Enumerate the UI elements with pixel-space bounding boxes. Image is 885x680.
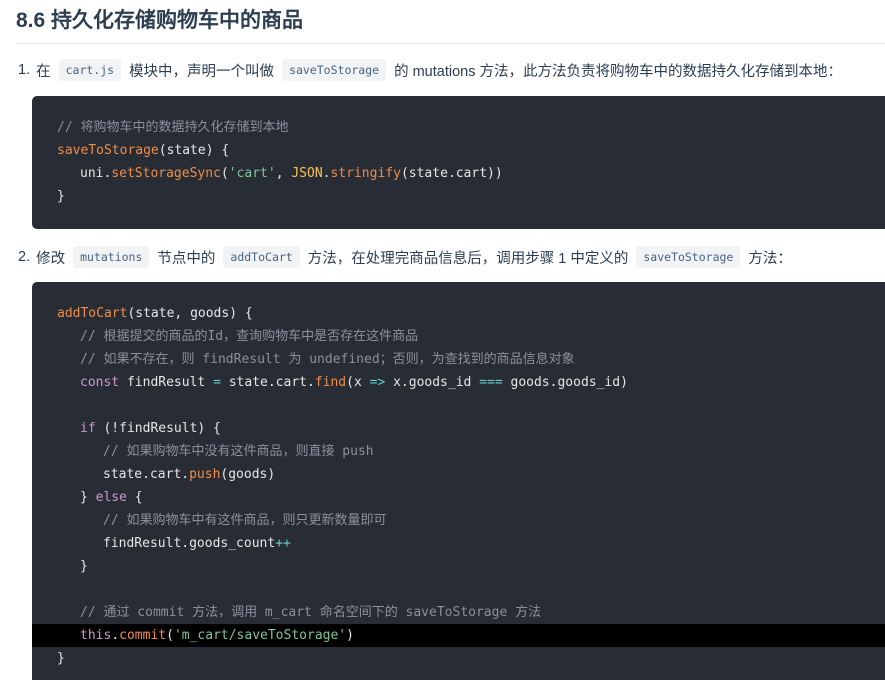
step-text: 修改 <box>36 250 66 267</box>
code-line: saveToStorage(state) { <box>57 143 230 158</box>
inline-code-savetostorage: saveToStorage <box>282 59 387 81</box>
code-line: } <box>57 651 65 666</box>
code-line: uni.setStorageSync('cart', JSON.stringif… <box>80 166 503 181</box>
step-text: 方法： <box>748 250 792 267</box>
code-line: // 根据提交的商品的Id，查询购物车中是否存在这件商品 <box>80 329 419 344</box>
step-2-text: 2. 修改 mutations 节点中的 addToCart 方法，在处理完商品… <box>18 246 796 268</box>
code-block-save-to-storage[interactable]: // 将购物车中的数据持久化存储到本地 saveToStorage(state)… <box>32 96 885 229</box>
code-line-highlighted: this.commit('m_cart/saveToStorage') <box>32 624 885 647</box>
step-number: 1. <box>18 62 31 78</box>
inline-code-cart-js: cart.js <box>58 59 122 81</box>
code-line: // 将购物车中的数据持久化存储到本地 <box>57 120 289 135</box>
section-title: 8.6 持久化存储购物车中的商品 <box>16 8 885 44</box>
code-block-add-to-cart[interactable]: addToCart(state, goods) { // 根据提交的商品的Id，… <box>32 282 885 680</box>
step-text: 的 mutations 方法，此方法负责将购物车中的数据持久化存储到本地： <box>394 63 842 80</box>
inline-code-mutations: mutations <box>73 246 150 268</box>
step-text: 在 <box>36 63 51 80</box>
code-line: } <box>80 559 88 574</box>
code-line: // 通过 commit 方法，调用 m_cart 命名空间下的 saveToS… <box>80 605 542 620</box>
code-line: if (!findResult) { <box>80 421 221 436</box>
step-text: 方法，在处理完商品信息后，调用步骤 1 中定义的 <box>307 250 629 267</box>
step-1-text: 1. 在 cart.js 模块中，声明一个叫做 saveToStorage 的 … <box>18 59 846 81</box>
step-text: 模块中，声明一个叫做 <box>129 63 275 80</box>
step-text: 节点中的 <box>157 250 216 267</box>
code-line: state.cart.push(goods) <box>103 467 276 482</box>
step-number: 2. <box>18 249 31 265</box>
inline-code-savetostorage: saveToStorage <box>636 246 741 268</box>
code-line: const findResult = state.cart.find(x => … <box>80 375 628 390</box>
code-line: // 如果不存在，则 findResult 为 undefined；否则，为查找… <box>80 352 575 367</box>
code-line: } <box>57 189 65 204</box>
code-line: // 如果购物车中没有这件商品，则直接 push <box>103 444 374 459</box>
code-line: findResult.goods_count++ <box>103 536 291 551</box>
code-line: // 如果购物车中有这件商品，则只更新数量即可 <box>103 513 387 528</box>
code-line: addToCart(state, goods) { <box>57 306 253 321</box>
code-line: } else { <box>80 490 143 505</box>
inline-code-addtocart: addToCart <box>223 246 300 268</box>
